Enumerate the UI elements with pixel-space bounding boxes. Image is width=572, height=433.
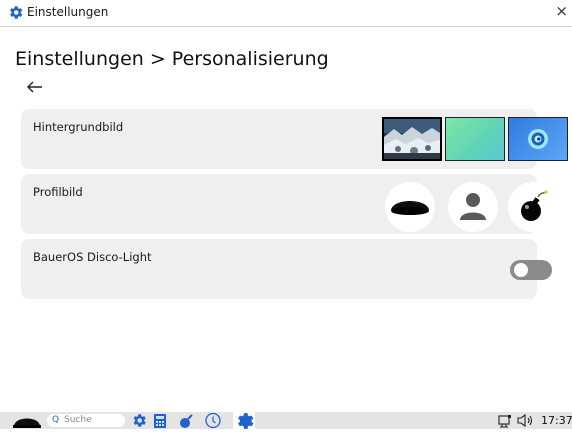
person-icon (460, 193, 486, 220)
network-icon[interactable] (497, 412, 513, 429)
wallpaper-option-green-gradient[interactable] (445, 117, 505, 161)
bomb-taskbar-button[interactable] (176, 412, 196, 429)
search-icon: Q (52, 415, 60, 425)
taskbar: Q Suche 17:37 (0, 412, 572, 429)
profile-picture-section: Profilbild (21, 174, 558, 234)
wallpaper-option-blue-swirl[interactable] (508, 117, 568, 161)
settings-active-taskbar-button[interactable] (233, 412, 255, 429)
title-bar: Einstellungen × (0, 0, 572, 27)
settings-taskbar-button[interactable] (130, 412, 148, 429)
taskbar-search-input[interactable]: Q Suche (47, 414, 125, 427)
wallpaper-option-landscape[interactable] (382, 117, 442, 161)
settings-icon (133, 414, 146, 427)
clock-display[interactable]: 17:37 (541, 413, 572, 428)
calculator-taskbar-button[interactable] (153, 412, 167, 429)
avatar-option-bomb[interactable] (508, 182, 558, 232)
start-button[interactable] (12, 412, 42, 429)
calculator-icon (154, 414, 166, 428)
bomb-icon (521, 190, 548, 221)
disco-light-section: BauerOS Disco-Light (21, 239, 552, 299)
bomb-icon (180, 414, 193, 428)
window-title: Einstellungen (27, 5, 109, 19)
disco-light-label: BauerOS Disco-Light (33, 250, 152, 264)
avatar-option-person[interactable] (448, 182, 498, 232)
hat-icon (391, 201, 429, 215)
hat-start-icon (13, 418, 41, 428)
disco-light-toggle[interactable] (510, 260, 552, 280)
clock-icon (205, 412, 221, 429)
profile-picture-label: Profilbild (33, 185, 83, 199)
wallpaper-label: Hintergrundbild (33, 120, 124, 134)
wallpaper-section: Hintergrundbild (21, 109, 568, 169)
arrow-left-icon (27, 81, 42, 93)
search-placeholder: Suche (64, 415, 92, 425)
back-button[interactable] (22, 75, 48, 99)
volume-icon[interactable] (516, 412, 536, 429)
avatar-option-hat[interactable] (385, 182, 435, 232)
settings-gear-icon (7, 4, 24, 21)
toggle-knob (514, 263, 528, 277)
close-button[interactable]: × (555, 3, 568, 20)
settings-active-icon (238, 413, 254, 429)
clock-taskbar-button[interactable] (203, 412, 223, 429)
page-title: Einstellungen > Personalisierung (15, 48, 329, 70)
